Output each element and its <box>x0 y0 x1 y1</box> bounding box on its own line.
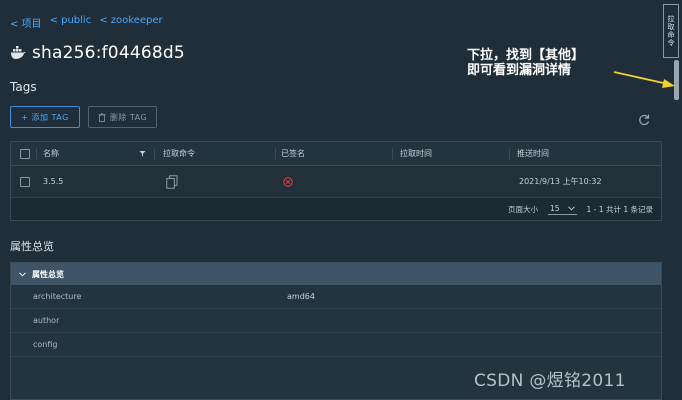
tags-section-title: Tags <box>10 80 37 94</box>
side-tab[interactable]: 拉取命令 <box>663 4 679 58</box>
tags-table: 名称 拉取命令 已签名 拉取时间 推送时间 3.5.5 2021/9/13 上午… <box>10 141 662 221</box>
row-checkbox[interactable] <box>20 176 30 187</box>
select-all-checkbox[interactable] <box>20 148 30 159</box>
annotation-arrow-icon <box>613 71 675 88</box>
header-push-time[interactable]: 推送时间 <box>517 142 549 165</box>
page-size-value: 15 <box>550 203 560 213</box>
breadcrumb: < 项目 < public < zookeeper <box>10 15 163 30</box>
property-key: config <box>33 340 58 349</box>
header-signed[interactable]: 已签名 <box>281 142 305 165</box>
docker-whale-icon <box>11 46 26 59</box>
properties-panel-title: 属性总览 <box>32 269 64 279</box>
property-row: config <box>11 333 661 357</box>
annotation-line-2: 即可看到漏洞详情 <box>467 63 572 78</box>
property-row: architecture amd64 <box>11 285 661 309</box>
chevron-down-icon <box>19 271 26 276</box>
page-title: sha256:f04468d5 <box>32 43 185 63</box>
header-pull-command[interactable]: 拉取命令 <box>163 142 195 165</box>
row-push-time: 2021/9/13 上午10:32 <box>519 177 602 186</box>
header-pull-time[interactable]: 拉取时间 <box>400 142 432 165</box>
row-tag-name: 3.5.5 <box>43 177 64 186</box>
delete-tag-label: 删除 TAG <box>109 112 148 122</box>
table-footer: 页面大小 15 1 - 1 共计 1 条记录 <box>11 198 661 220</box>
table-header: 名称 拉取命令 已签名 拉取时间 推送时间 <box>11 142 661 166</box>
breadcrumb-public[interactable]: < public <box>50 15 92 30</box>
property-row: author <box>11 309 661 333</box>
delete-tag-button[interactable]: 删除 TAG <box>88 106 157 128</box>
breadcrumb-project[interactable]: < 项目 <box>10 15 42 30</box>
copy-icon[interactable] <box>166 174 178 189</box>
trash-icon <box>98 112 106 122</box>
property-value: amd64 <box>287 292 315 301</box>
table-row[interactable]: 3.5.5 2021/9/13 上午10:32 <box>11 166 661 198</box>
header-name[interactable]: 名称 <box>43 142 59 165</box>
add-tag-button[interactable]: + 添加 TAG <box>10 106 80 128</box>
filter-icon[interactable] <box>139 150 146 157</box>
properties-panel-header[interactable]: 属性总览 <box>11 263 661 285</box>
annotation-text: 下拉，找到【其他】 即可看到漏洞详情 <box>467 48 584 78</box>
breadcrumb-zookeeper[interactable]: < zookeeper <box>99 15 162 30</box>
watermark: CSDN @煜铭2011 <box>474 371 626 391</box>
page-size-label: 页面大小 <box>508 204 538 214</box>
annotation-line-1: 下拉，找到【其他】 <box>467 48 585 63</box>
property-key: author <box>33 316 60 325</box>
page-size-select[interactable]: 15 <box>548 204 577 215</box>
pagination-summary: 1 - 1 共计 1 条记录 <box>586 204 653 214</box>
refresh-icon[interactable] <box>637 113 651 127</box>
property-key: architecture <box>33 292 82 301</box>
not-signed-icon <box>283 176 293 187</box>
properties-section-title: 属性总览 <box>10 240 54 253</box>
add-tag-label: + 添加 TAG <box>21 112 69 122</box>
chevron-down-icon <box>567 205 575 210</box>
title-row: sha256:f04468d5 <box>10 43 185 63</box>
